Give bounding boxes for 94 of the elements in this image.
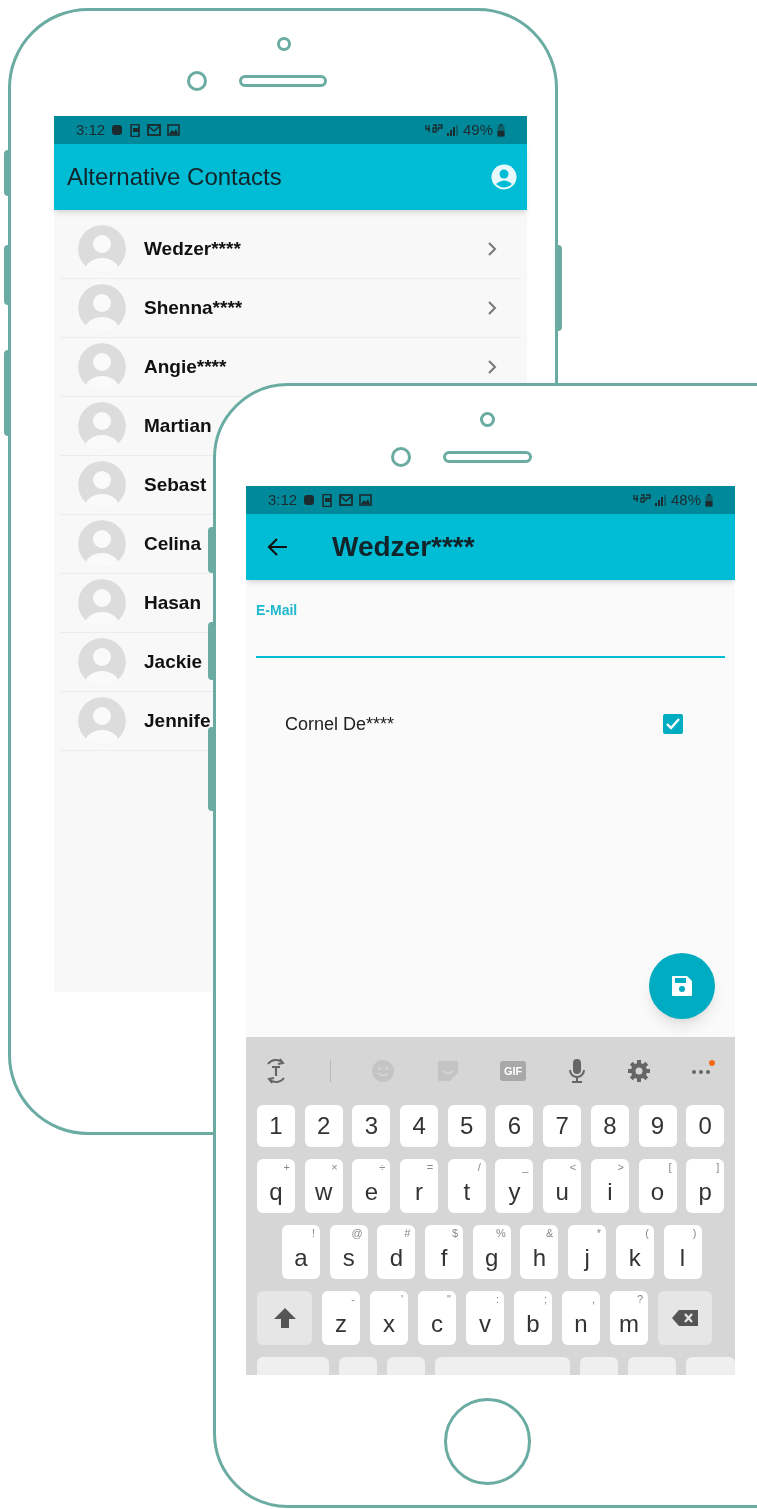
battery-percentage: 49% xyxy=(462,119,493,140)
keyboard-key[interactable]: e ÷ xyxy=(352,1159,391,1213)
contact-name[interactable]: Martian xyxy=(144,411,212,441)
avatar-icon xyxy=(78,225,126,273)
network-icon xyxy=(424,124,443,136)
backspace-icon xyxy=(671,1309,699,1327)
keyboard-key[interactable]: f $ xyxy=(425,1225,464,1279)
keyboard-key[interactable]: v : xyxy=(466,1291,504,1345)
mail-icon xyxy=(147,124,162,136)
keyboard-key[interactable]: 0 xyxy=(686,1105,725,1147)
phone-icon xyxy=(129,123,142,137)
account-icon[interactable] xyxy=(491,164,517,190)
camera-icon xyxy=(277,37,291,51)
contact-name[interactable]: Hasan xyxy=(144,588,202,618)
app-title: Alternative Contacts xyxy=(67,162,282,192)
avatar-icon xyxy=(78,461,126,509)
option-label: Cornel De**** xyxy=(285,712,395,736)
keyboard-key[interactable]: r = xyxy=(400,1159,439,1213)
keyboard-key[interactable]: 4 xyxy=(400,1105,439,1147)
keyboard-key[interactable]: z - xyxy=(322,1291,360,1345)
contact-name[interactable]: Jennife xyxy=(144,706,211,736)
keyboard-key[interactable]: s @ xyxy=(329,1225,368,1279)
sensor-icon xyxy=(187,71,207,91)
image-icon xyxy=(167,124,181,136)
contact-name[interactable]: Shenna**** xyxy=(144,293,243,323)
keyboard-key[interactable]: j * xyxy=(568,1225,607,1279)
keyboard-key[interactable]: 8 xyxy=(590,1105,629,1147)
notification-icon xyxy=(111,124,124,136)
clock-time: 3:12 xyxy=(268,489,298,510)
keyboard-key[interactable]: 9 xyxy=(638,1105,677,1147)
clock-time: 3:12 xyxy=(76,119,106,140)
microphone-icon[interactable] xyxy=(566,1058,587,1084)
sensor-icon xyxy=(391,447,411,467)
battery-icon xyxy=(497,123,505,137)
keyboard-key[interactable]: w × xyxy=(304,1159,343,1213)
chevron-right-icon xyxy=(487,300,497,316)
avatar-icon xyxy=(78,697,126,745)
app-title: Wedzer**** xyxy=(332,530,475,564)
home-button[interactable] xyxy=(444,1398,531,1485)
avatar-icon xyxy=(78,402,126,450)
avatar-icon xyxy=(78,579,126,627)
keyboard-key[interactable]: u < xyxy=(543,1159,582,1213)
keyboard-key[interactable]: n , xyxy=(562,1291,600,1345)
keyboard-key[interactable]: q + xyxy=(257,1159,295,1213)
settings-icon[interactable] xyxy=(626,1059,651,1083)
save-button[interactable] xyxy=(649,953,715,1019)
keyboard-key[interactable]: 7 xyxy=(543,1105,582,1147)
keyboard-key[interactable]: k ( xyxy=(615,1225,654,1279)
keyboard-key[interactable]: y _ xyxy=(495,1159,534,1213)
keyboard-key[interactable]: a ! xyxy=(282,1225,320,1279)
keyboard-key[interactable]: l ) xyxy=(663,1225,702,1279)
checkbox[interactable] xyxy=(663,714,683,734)
contact-name[interactable]: Angie**** xyxy=(144,352,227,382)
keyboard-key[interactable]: p ] xyxy=(686,1159,725,1213)
contact-name[interactable]: Wedzer**** xyxy=(144,234,241,264)
keyboard-key[interactable]: c " xyxy=(418,1291,456,1345)
avatar-icon xyxy=(78,638,126,686)
chevron-right-icon xyxy=(487,359,497,375)
notification-icon xyxy=(303,494,316,506)
keyboard-key[interactable]: 1 xyxy=(257,1105,295,1147)
camera-icon xyxy=(480,412,495,427)
contact-name[interactable]: Sebast xyxy=(144,470,207,500)
keyboard-key[interactable]: 6 xyxy=(495,1105,534,1147)
avatar-icon xyxy=(78,520,126,568)
keyboard-key[interactable]: b ; xyxy=(514,1291,552,1345)
chevron-right-icon xyxy=(487,241,497,257)
avatar-icon xyxy=(78,343,126,391)
battery-icon xyxy=(705,493,713,507)
keyboard-key[interactable]: 5 xyxy=(447,1105,486,1147)
keyboard-key[interactable]: g % xyxy=(472,1225,511,1279)
phone-icon xyxy=(321,493,334,507)
contact-name[interactable]: Celina xyxy=(144,529,202,559)
contact-name[interactable]: Jackie xyxy=(144,647,203,677)
keyboard-key[interactable]: m ? xyxy=(610,1291,648,1345)
keyboard-key[interactable]: h & xyxy=(520,1225,559,1279)
image-icon xyxy=(359,494,373,506)
keyboard-key[interactable]: d # xyxy=(377,1225,416,1279)
signal-icon xyxy=(654,494,667,506)
signal-icon xyxy=(446,124,459,136)
keyboard-key[interactable]: x ' xyxy=(370,1291,408,1345)
network-icon xyxy=(632,494,651,506)
keyboard-key[interactable]: 3 xyxy=(352,1105,391,1147)
backspace-key[interactable] xyxy=(658,1291,712,1345)
keyboard-key[interactable]: i > xyxy=(590,1159,629,1213)
mail-icon xyxy=(339,494,354,506)
battery-percentage: 48% xyxy=(670,489,701,510)
avatar-icon xyxy=(78,284,126,332)
keyboard-key[interactable]: t / xyxy=(447,1159,486,1213)
keyboard-key[interactable]: o [ xyxy=(638,1159,677,1213)
shift-key[interactable] xyxy=(257,1291,312,1345)
keyboard-key[interactable]: 2 xyxy=(304,1105,343,1147)
back-arrow-icon[interactable] xyxy=(266,537,288,557)
shift-icon xyxy=(272,1306,297,1330)
save-icon xyxy=(671,975,693,997)
